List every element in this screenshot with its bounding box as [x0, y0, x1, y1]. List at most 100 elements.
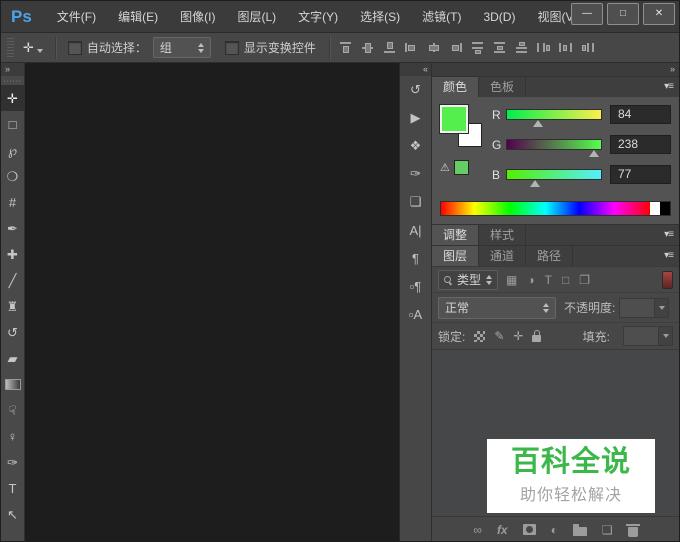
eyedropper-tool[interactable]: ✒: [1, 215, 24, 241]
link-layers-icon[interactable]: ∞: [473, 524, 482, 536]
align-bottom-edges[interactable]: [382, 41, 397, 54]
filter-pixel-layers-icon[interactable]: ▦: [506, 274, 517, 286]
crop-tool[interactable]: #: [1, 189, 24, 215]
history-brush-tool[interactable]: ↺: [1, 319, 24, 345]
menu-3d[interactable]: 3D(D): [472, 1, 526, 32]
panel-menu-icon[interactable]: ▾≡: [658, 224, 679, 245]
tab-paths[interactable]: 路径: [526, 246, 574, 266]
menu-select[interactable]: 选择(S): [349, 1, 411, 32]
layers-list[interactable]: 百科全说 助你轻松解决: [432, 349, 679, 516]
move-tool[interactable]: ✛: [1, 85, 24, 111]
channel-slider[interactable]: [506, 169, 602, 187]
brush-tool[interactable]: ╱: [1, 267, 24, 293]
filter-adjustment-layers-icon[interactable]: ◑: [527, 274, 534, 286]
black-swatch[interactable]: [660, 202, 670, 215]
panel-menu-icon[interactable]: ▾≡: [658, 76, 679, 97]
foreground-color-swatch[interactable]: [439, 104, 469, 134]
distribute-right-edges[interactable]: [580, 41, 595, 54]
tab-adjustments[interactable]: 调整: [432, 225, 480, 245]
pen-tool[interactable]: ✑: [1, 449, 24, 475]
healing-brush-tool[interactable]: ✚: [1, 241, 24, 267]
distribute-bottom-edges[interactable]: [514, 41, 529, 54]
filter-shape-layers-icon[interactable]: □: [562, 274, 569, 286]
fill-dropdown[interactable]: [623, 326, 673, 346]
dodge-tool[interactable]: ♀: [1, 423, 24, 449]
slider-thumb[interactable]: [530, 180, 541, 187]
channel-value-field[interactable]: 84: [610, 105, 671, 124]
distribute-top-edges[interactable]: [470, 41, 485, 54]
paragraph-styles-panel-icon[interactable]: ▫¶: [400, 272, 431, 300]
channel-slider[interactable]: [506, 139, 602, 157]
layer-filter-dropdown[interactable]: 类型: [438, 269, 499, 290]
gradient-tool[interactable]: [1, 371, 24, 397]
lock-transparency-icon[interactable]: [474, 330, 486, 342]
eraser-tool[interactable]: ▰: [1, 345, 24, 371]
menu-edit[interactable]: 编辑(E): [107, 1, 169, 32]
character-styles-panel-icon[interactable]: ▫A: [400, 300, 431, 328]
lock-all-icon[interactable]: [532, 329, 542, 342]
show-transform-checkbox[interactable]: [224, 40, 239, 55]
tab-channels[interactable]: 通道: [479, 246, 527, 266]
actions-panel-icon[interactable]: ▶: [400, 104, 431, 132]
tools-panel-collapse-button[interactable]: »: [1, 63, 24, 76]
rectangular-marquee-tool[interactable]: □: [1, 111, 24, 137]
options-bar-grip[interactable]: [7, 37, 14, 58]
channel-value-field[interactable]: 238: [610, 135, 671, 154]
panel-column-collapse-button[interactable]: »: [432, 63, 679, 76]
menu-filter[interactable]: 滤镜(T): [411, 1, 472, 32]
blend-mode-dropdown[interactable]: 正常: [438, 296, 556, 319]
white-swatch[interactable]: [650, 202, 660, 215]
brush-panel-icon[interactable]: ✑: [400, 160, 431, 188]
menu-type[interactable]: 文字(Y): [287, 1, 349, 32]
new-layer-icon[interactable]: ❏: [602, 524, 613, 536]
gamut-warning-icon[interactable]: ⚠: [440, 161, 450, 174]
auto-select-checkbox[interactable]: [67, 40, 82, 55]
distribute-vertical-centers[interactable]: [492, 41, 507, 54]
lock-pixels-icon[interactable]: ✎: [494, 330, 504, 342]
history-panel-icon[interactable]: ↺: [400, 76, 431, 104]
spectrum-gradient[interactable]: [441, 202, 650, 215]
minimize-button[interactable]: —: [571, 2, 603, 25]
canvas-area[interactable]: [25, 63, 400, 541]
align-vertical-centers[interactable]: [360, 41, 375, 54]
new-group-icon[interactable]: [572, 523, 587, 536]
tool-preset-picker[interactable]: ✛: [18, 38, 48, 58]
color-spectrum-ramp[interactable]: [440, 201, 671, 216]
quick-selection-tool[interactable]: ❍: [1, 163, 24, 189]
delete-layer-icon[interactable]: [625, 523, 640, 537]
maximize-button[interactable]: □: [607, 2, 639, 25]
lasso-tool[interactable]: ℘: [1, 137, 24, 163]
paragraph-panel-icon[interactable]: ¶: [400, 244, 431, 272]
filter-smart-objects-icon[interactable]: ❐: [579, 274, 590, 286]
type-tool[interactable]: T: [1, 475, 24, 501]
channel-value-field[interactable]: 77: [610, 165, 671, 184]
path-selection-tool[interactable]: ↖: [1, 501, 24, 527]
menu-layer[interactable]: 图层(L): [226, 1, 287, 32]
character-panel-icon[interactable]: A|: [400, 216, 431, 244]
distribute-left-edges[interactable]: [536, 41, 551, 54]
layer-style-icon[interactable]: fx: [497, 524, 508, 536]
tab-styles[interactable]: 样式: [479, 225, 527, 245]
tab-layers[interactable]: 图层: [432, 246, 480, 266]
panel-menu-icon[interactable]: ▾≡: [658, 245, 679, 266]
opacity-dropdown[interactable]: [619, 297, 670, 318]
layer-filter-toggle[interactable]: [662, 270, 673, 289]
channel-slider[interactable]: [506, 109, 602, 127]
clone-source-panel-icon[interactable]: ❏: [400, 188, 431, 216]
align-right-edges[interactable]: [448, 41, 463, 54]
adjustment-layer-icon[interactable]: ◐: [551, 524, 558, 536]
lock-position-icon[interactable]: ✛: [513, 330, 523, 342]
dock-collapse-button[interactable]: «: [400, 63, 431, 76]
distribute-horizontal-centers[interactable]: [558, 41, 573, 54]
menu-image[interactable]: 图像(I): [169, 1, 226, 32]
menu-view[interactable]: 视图(V): [526, 1, 571, 32]
align-horizontal-centers[interactable]: [426, 41, 441, 54]
slider-thumb[interactable]: [533, 120, 544, 127]
smudge-tool[interactable]: ☟: [1, 397, 24, 423]
align-top-edges[interactable]: [338, 41, 353, 54]
layer-mask-icon[interactable]: [522, 524, 536, 535]
filter-type-layers-icon[interactable]: T: [545, 274, 552, 286]
align-left-edges[interactable]: [404, 41, 419, 54]
slider-thumb[interactable]: [589, 150, 600, 157]
web-safe-color-swatch[interactable]: [453, 160, 469, 175]
